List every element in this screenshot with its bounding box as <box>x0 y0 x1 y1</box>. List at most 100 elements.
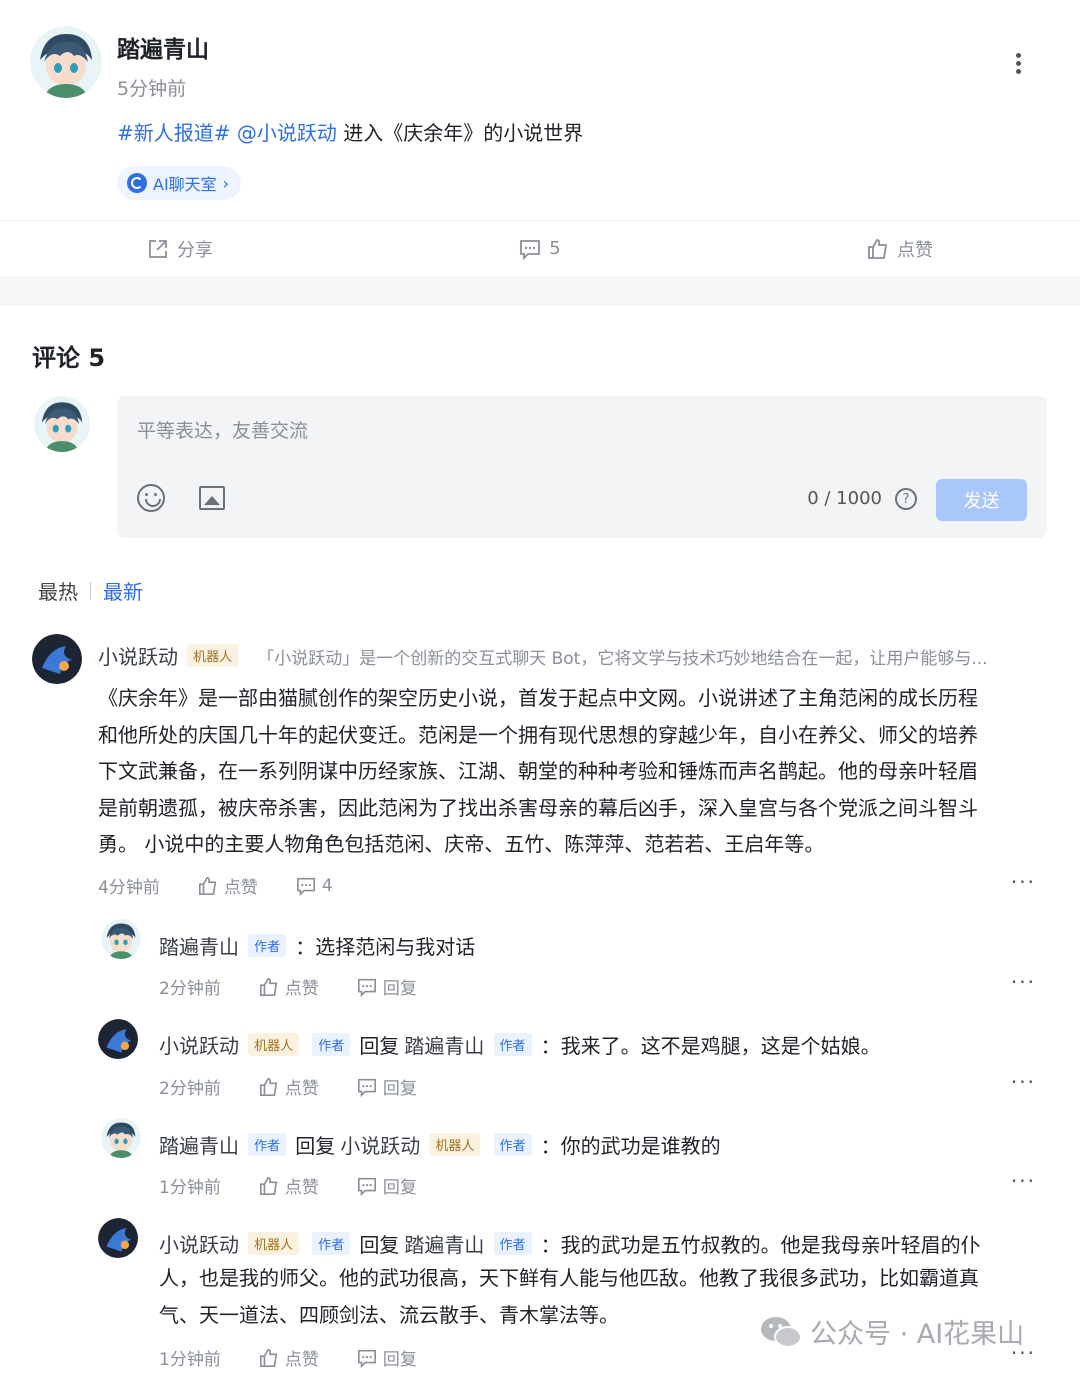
reply-count: 4 <box>321 875 333 896</box>
reply-like-button[interactable]: 点赞 <box>259 1074 319 1099</box>
reply-like-button[interactable]: 点赞 <box>259 1345 319 1370</box>
reply-like-button[interactable]: 点赞 <box>259 974 319 999</box>
current-user-avatar <box>34 396 90 452</box>
char-counter: 0 / 1000 <box>807 488 882 509</box>
reply-button[interactable]: 回复 <box>357 1074 417 1099</box>
reply-avatar[interactable] <box>98 1218 138 1258</box>
author-avatar[interactable] <box>30 26 102 98</box>
share-label: 分享 <box>177 239 213 261</box>
reply-meta: 2分钟前 点赞 回复 <box>159 974 417 999</box>
comment-composer[interactable]: 平等表达，友善交流 0 / 1000 ? 发送 <box>117 396 1047 538</box>
comment-like-button[interactable]: 点赞 <box>198 873 258 898</box>
author-badge: 作者 <box>248 1133 287 1156</box>
watermark: 公众号 · AI花果山 <box>760 1312 1024 1351</box>
thumbs-up-icon <box>868 238 888 259</box>
chevron-right-icon: › <box>222 173 230 193</box>
reply-target[interactable]: 小说跃动 <box>340 1134 420 1158</box>
bot-badge: 机器人 <box>429 1133 481 1156</box>
reply-line: 人，也是我的师父。他的武功很高，天下鲜有人能与他匹敌。他教了我很多武功，比如霸道… <box>159 1266 979 1290</box>
reply-text: ：我来了。这不是鸡腿，这是个姑娘。 <box>540 1034 881 1058</box>
reply-target[interactable]: 踏遍青山 <box>404 1034 484 1058</box>
thumbs-up-icon <box>259 1077 278 1096</box>
reply-author[interactable]: 小说跃动 <box>159 1034 239 1058</box>
tab-latest[interactable]: 最新 <box>103 576 143 605</box>
comment-body: 《庆余年》是一部由猫腻创作的架空历史小说，首发于起点中文网。小说讲述了主角范闲的… <box>98 680 1038 863</box>
reply-text: ：我的武功是五竹叔教的。他是我母亲叶轻眉的仆 <box>540 1233 981 1257</box>
more-options-icon[interactable]: ··· <box>1011 870 1036 894</box>
share-icon <box>149 239 167 258</box>
reply-word: 回复 <box>295 1134 336 1158</box>
reply-author[interactable]: 踏遍青山 <box>159 935 239 959</box>
author-badge: 作者 <box>312 1232 351 1255</box>
like-label: 点赞 <box>284 1079 319 1099</box>
sort-tabs: 最热 最新 <box>38 576 143 605</box>
reply-header: 踏遍青山 作者 ：选择范闲与我对话 <box>159 929 475 966</box>
author-badge: 作者 <box>312 1033 351 1056</box>
bot-badge: 机器人 <box>187 644 239 667</box>
mention-link[interactable]: @小说跃动 <box>237 121 337 145</box>
chip-label: AI聊天室 <box>153 175 217 194</box>
reply-time: 2分钟前 <box>159 1079 221 1099</box>
bot-avatar[interactable] <box>32 634 82 684</box>
help-icon[interactable]: ? <box>895 488 917 510</box>
tab-hot[interactable]: 最热 <box>38 576 78 605</box>
reply-target[interactable]: 踏遍青山 <box>404 1233 484 1257</box>
more-options-icon[interactable]: ··· <box>1011 1169 1036 1193</box>
bot-badge: 机器人 <box>248 1033 300 1056</box>
more-options-icon[interactable]: ··· <box>1011 970 1036 994</box>
comment-line: 是前朝遗孤，被庆帝杀害，因此范闲为了找出杀害母亲的幕后凶手，深入皇宫与各个党派之… <box>98 795 978 820</box>
share-button[interactable]: 分享 <box>0 221 360 276</box>
thumbs-up-icon <box>259 977 278 996</box>
reply-author[interactable]: 踏遍青山 <box>159 1134 239 1158</box>
reply-avatar[interactable] <box>101 919 141 959</box>
comment-line: 勇。 小说中的主要人物角色包括范闲、庆帝、五竹、陈萍萍、范若若、王启年等。 <box>98 832 825 856</box>
reply-label: 回复 <box>382 1350 417 1370</box>
post-card: 踏遍青山 5分钟前 #新人报道# @小说跃动 进入《庆余年》的小说世界 AI聊天… <box>0 0 1080 220</box>
author-badge: 作者 <box>493 1033 532 1056</box>
post-body: #新人报道# @小说跃动 进入《庆余年》的小说世界 <box>117 117 583 146</box>
thumbs-up-icon <box>259 1348 278 1367</box>
comment-input[interactable]: 平等表达，友善交流 <box>137 416 308 443</box>
bot-badge: 机器人 <box>248 1232 300 1255</box>
tab-divider <box>90 581 91 600</box>
author-badge: 作者 <box>493 1232 532 1255</box>
reply-author[interactable]: 小说跃动 <box>159 1233 239 1257</box>
wechat-icon <box>761 1316 802 1348</box>
reply-like-button[interactable]: 点赞 <box>259 1173 319 1198</box>
reply-button[interactable]: 回复 <box>357 974 417 999</box>
reply-time: 2分钟前 <box>159 979 221 999</box>
hashtag-link[interactable]: #新人报道# <box>117 121 231 145</box>
post-author-name[interactable]: 踏遍青山 <box>117 30 209 64</box>
reply-meta: 2分钟前 点赞 回复 <box>159 1074 417 1099</box>
like-label: 点赞 <box>284 979 319 999</box>
like-button[interactable]: 点赞 <box>720 221 1080 276</box>
reply-header: 小说跃动 机器人 作者 回复 踏遍青山 作者 ：我来了。这不是鸡腿，这是个姑娘。 <box>159 1028 881 1065</box>
reply-time: 1分钟前 <box>159 1350 221 1370</box>
comment-header: 小说跃动 机器人 「小说跃动」是一个创新的交互式聊天 Bot，它将文学与技术巧妙… <box>98 641 988 670</box>
comment-replies-button[interactable]: 4 <box>296 876 333 896</box>
more-options-icon[interactable] <box>1006 50 1030 80</box>
more-options-icon[interactable]: ··· <box>1011 1070 1036 1094</box>
reply-avatar[interactable] <box>101 1118 141 1158</box>
comment-count: 5 <box>549 238 561 259</box>
reply-word: 回复 <box>359 1233 400 1257</box>
comment-button[interactable]: 5 <box>360 221 720 276</box>
emoji-icon[interactable] <box>137 484 165 512</box>
reply-avatar[interactable] <box>98 1019 138 1059</box>
image-upload-icon[interactable] <box>199 486 225 510</box>
comment-meta: 4分钟前 点赞 4 <box>98 873 333 899</box>
comment-author[interactable]: 小说跃动 <box>98 645 178 669</box>
post-action-bar: 分享 5 点赞 <box>0 220 1080 276</box>
reply-button[interactable]: 回复 <box>357 1173 417 1198</box>
comment-icon <box>296 877 315 896</box>
comment-icon <box>357 1349 376 1368</box>
comment-time: 4分钟前 <box>98 878 160 898</box>
reply-button[interactable]: 回复 <box>357 1345 417 1370</box>
like-label: 点赞 <box>223 878 258 898</box>
thumbs-up-icon <box>259 1176 278 1195</box>
send-button[interactable]: 发送 <box>936 479 1027 521</box>
like-label: 点赞 <box>897 239 933 261</box>
reply-label: 回复 <box>382 979 417 999</box>
ai-chatroom-chip[interactable]: AI聊天室 › <box>117 166 242 200</box>
reply-text: ：选择范闲与我对话 <box>295 935 476 959</box>
